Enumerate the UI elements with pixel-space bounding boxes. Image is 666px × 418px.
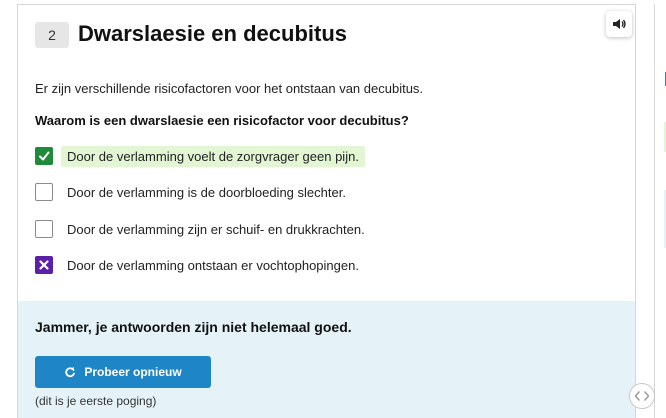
cross-icon xyxy=(39,260,49,270)
question-intro: Er zijn verschillende risicofactoren voo… xyxy=(35,81,424,96)
question-card: 2 Dwarslaesie en decubitus Er zijn versc… xyxy=(17,4,636,418)
checkbox-wrong[interactable] xyxy=(35,256,53,274)
answer-option[interactable]: Door de verlamming is de doorbloeding sl… xyxy=(35,181,352,203)
refresh-icon xyxy=(65,366,76,378)
next-question-card-edge xyxy=(654,4,666,418)
checkbox[interactable] xyxy=(35,183,53,201)
question-prompt: Waarom is een dwarslaesie een risicofact… xyxy=(35,113,409,128)
carousel-toggle-button[interactable] xyxy=(629,383,655,409)
speaker-icon xyxy=(613,19,626,29)
check-icon xyxy=(39,151,50,161)
chevrons-left-right-icon xyxy=(634,391,650,401)
attempt-note: (dit is je eerste poging) xyxy=(35,394,157,408)
checkbox-correct[interactable] xyxy=(35,147,53,165)
answer-option[interactable]: Door de verlamming ontstaan er vochtopho… xyxy=(35,254,365,276)
feedback-message: Jammer, je antwoorden zijn niet helemaal… xyxy=(35,319,352,335)
option-label: Door de verlamming voelt de zorgvrager g… xyxy=(61,145,365,167)
question-number-badge: 2 xyxy=(35,22,69,48)
checkbox[interactable] xyxy=(35,220,53,238)
retry-label: Probeer opnieuw xyxy=(84,365,182,379)
read-aloud-button[interactable] xyxy=(606,11,632,37)
answer-option[interactable]: Door de verlamming voelt de zorgvrager g… xyxy=(35,145,365,167)
question-title: Dwarslaesie en decubitus xyxy=(78,21,347,46)
answer-option[interactable]: Door de verlamming zijn er schuif- en dr… xyxy=(35,218,371,240)
option-label: Door de verlamming ontstaan er vochtopho… xyxy=(67,257,359,273)
option-label: Door de verlamming is de doorbloeding sl… xyxy=(67,184,346,200)
option-label: Door de verlamming zijn er schuif- en dr… xyxy=(67,221,365,237)
feedback-panel: Jammer, je antwoorden zijn niet helemaal… xyxy=(18,301,635,418)
retry-button[interactable]: Probeer opnieuw xyxy=(35,356,211,388)
